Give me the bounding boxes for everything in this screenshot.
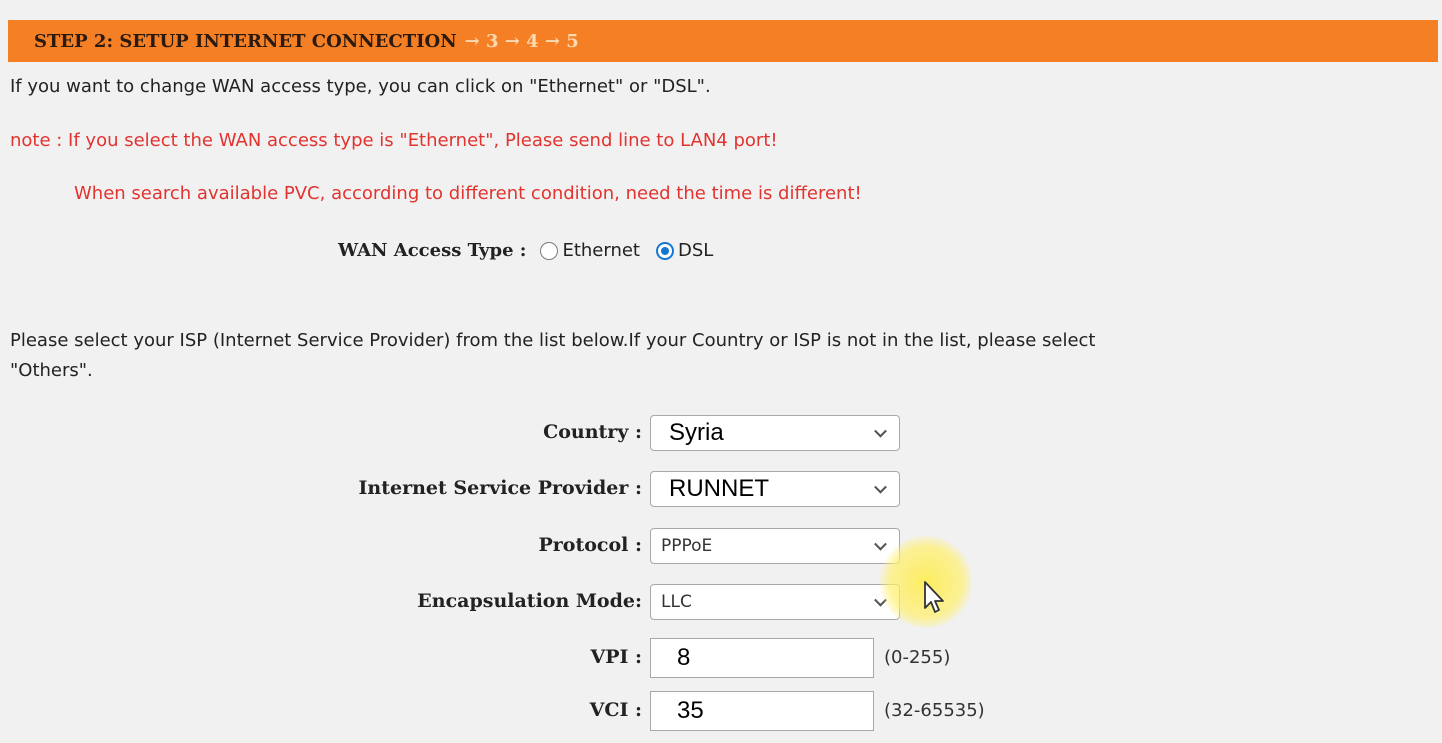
- vci-row: VCI : 35 (32-65535): [0, 689, 1442, 733]
- step-progress: → 3 → 4 → 5: [464, 30, 579, 52]
- wan-access-type-row: WAN Access Type : Ethernet DSL: [338, 240, 729, 261]
- encapsulation-select[interactable]: LLC: [650, 584, 900, 620]
- wan-ethernet-label[interactable]: Ethernet: [562, 240, 640, 261]
- mouse-pointer-icon: [924, 581, 944, 613]
- wan-access-type-label: WAN Access Type :: [338, 240, 527, 261]
- chevron-down-icon: [874, 424, 887, 438]
- isp-instructions: Please select your ISP (Internet Service…: [10, 330, 1096, 351]
- country-row: Country : Syria: [0, 411, 1442, 455]
- step-current-title: STEP 2: SETUP INTERNET CONNECTION: [34, 30, 457, 52]
- country-value: Syria: [669, 419, 724, 446]
- vci-value: 35: [677, 697, 704, 724]
- encapsulation-row: Encapsulation Mode: LLC: [0, 580, 1442, 624]
- vci-range-hint: (32-65535): [884, 700, 985, 721]
- encapsulation-value: LLC: [661, 592, 692, 612]
- vpi-value: 8: [677, 644, 691, 671]
- country-select[interactable]: Syria: [650, 415, 900, 451]
- vci-input[interactable]: 35: [650, 691, 874, 731]
- chevron-down-icon: [874, 537, 887, 551]
- vpi-row: VPI : 8 (0-255): [0, 636, 1442, 680]
- protocol-label: Protocol :: [538, 534, 642, 556]
- protocol-row: Protocol : PPPoE: [0, 524, 1442, 568]
- vpi-label: VPI :: [590, 646, 642, 668]
- isp-label: Internet Service Provider :: [358, 477, 642, 499]
- protocol-select[interactable]: PPPoE: [650, 528, 900, 564]
- isp-value: RUNNET: [669, 475, 769, 502]
- vpi-input[interactable]: 8: [650, 638, 874, 678]
- country-label: Country :: [543, 421, 642, 443]
- vpi-range-hint: (0-255): [884, 647, 951, 668]
- note-ethernet: note : If you select the WAN access type…: [10, 130, 778, 151]
- isp-instructions-cont: "Others".: [10, 360, 93, 381]
- step-header-bar: STEP 2: SETUP INTERNET CONNECTION → 3 → …: [8, 20, 1438, 62]
- note-pvc-search: When search available PVC, according to …: [74, 183, 862, 204]
- vci-label: VCI :: [589, 699, 642, 721]
- wan-ethernet-radio[interactable]: [540, 241, 559, 260]
- wan-dsl-label[interactable]: DSL: [678, 240, 713, 261]
- encapsulation-label: Encapsulation Mode:: [417, 590, 642, 612]
- wan-dsl-radio[interactable]: [656, 241, 674, 260]
- setup-wizard-page: STEP 2: SETUP INTERNET CONNECTION → 3 → …: [0, 0, 1442, 743]
- intro-text: If you want to change WAN access type, y…: [10, 76, 711, 97]
- chevron-down-icon: [874, 480, 887, 494]
- protocol-value: PPPoE: [661, 536, 713, 556]
- isp-row: Internet Service Provider : RUNNET: [0, 467, 1442, 511]
- isp-select[interactable]: RUNNET: [650, 471, 900, 507]
